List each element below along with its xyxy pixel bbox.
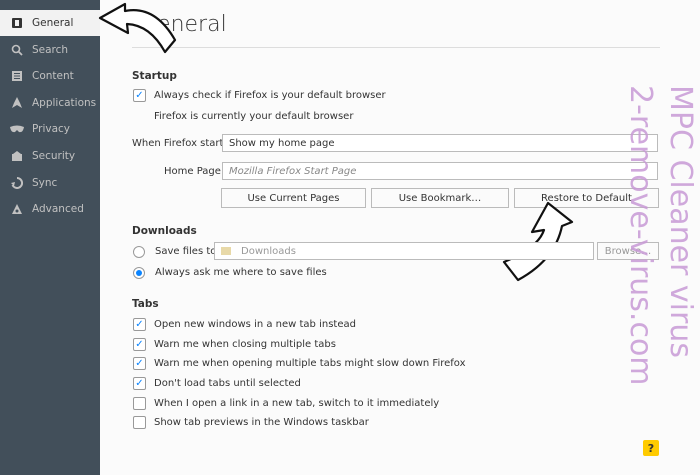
tab-option-checkbox[interactable]: ✓ [133,318,146,331]
sidebar-item-label: Search [32,44,69,56]
tab-option-label: Warn me when opening multiple tabs might… [154,358,466,369]
when-starts-value: Show my home page [229,137,335,149]
sidebar-item-sync[interactable]: Sync [0,170,100,196]
save-files-label: Save files to [155,246,217,257]
sidebar-item-label: Applications [32,97,97,109]
tab-option-checkbox[interactable] [133,416,146,429]
watermark-line1: MPC Cleaner virus [663,85,698,358]
sidebar-item-applications[interactable]: Applications [0,90,100,116]
download-folder-field[interactable]: Downloads [214,242,594,260]
tab-option-checkbox[interactable]: ✓ [133,377,146,390]
folder-icon [221,247,231,255]
sidebar-item-advanced[interactable]: Advanced [0,196,100,222]
browse-button[interactable]: Browse… [597,242,659,260]
home-page-placeholder: Mozilla Firefox Start Page [229,165,357,177]
sidebar-item-privacy[interactable]: Privacy [0,116,100,142]
always-ask-radio[interactable] [133,267,145,279]
home-page-label: Home Page: [164,166,225,177]
home-page-input[interactable]: Mozilla Firefox Start Page [222,162,658,180]
tab-option-label: When I open a link in a new tab, switch … [154,398,440,409]
save-files-radio[interactable] [133,246,145,258]
tab-option-checkbox[interactable]: ✓ [133,338,146,351]
download-folder-value: Downloads [241,245,296,257]
tab-option-checkbox[interactable]: ✓ [133,357,146,370]
sidebar-item-general[interactable]: General [0,10,100,36]
sidebar-item-label: Advanced [32,203,84,215]
startup-heading: Startup [132,70,177,82]
sidebar-item-content[interactable]: Content [0,63,100,89]
content-icon [10,69,24,83]
search-icon [10,43,24,57]
sidebar-item-label: General [32,17,74,29]
default-browser-checkbox[interactable]: ✓ [133,89,146,102]
sidebar-item-label: Security [32,150,76,162]
tab-option-label: Don't load tabs until selected [154,378,301,389]
tab-option-label: Show tab previews in the Windows taskbar [154,417,369,428]
when-starts-select[interactable]: Show my home page [222,134,658,152]
arrow-annotation-icon [98,2,177,54]
applications-icon [10,96,24,110]
help-button[interactable]: ? [643,440,659,456]
tabs-heading: Tabs [132,298,159,310]
sidebar: General Search Content Applications Priv… [0,0,100,475]
watermark-line2: 2-remove-virus.com [623,85,658,386]
general-icon [10,16,24,30]
tab-option-label: Open new windows in a new tab instead [154,319,356,330]
default-browser-label: Always check if Firefox is your default … [154,90,386,101]
sidebar-item-label: Privacy [32,123,71,135]
sidebar-item-search[interactable]: Search [0,37,100,63]
use-bookmark-button[interactable]: Use Bookmark… [371,188,509,208]
security-icon [10,149,24,163]
downloads-heading: Downloads [132,225,197,237]
tab-option-label: Warn me when closing multiple tabs [154,339,336,350]
tab-option-checkbox[interactable] [133,397,146,410]
sync-icon [10,176,24,190]
sidebar-item-security[interactable]: Security [0,143,100,169]
sidebar-item-label: Sync [32,177,58,189]
use-current-pages-button[interactable]: Use Current Pages [221,188,366,208]
default-status-text: Firefox is currently your default browse… [154,111,354,122]
title-divider [132,47,660,48]
privacy-icon [10,122,24,136]
always-ask-label: Always ask me where to save files [155,267,327,278]
sidebar-item-label: Content [32,70,74,82]
when-starts-label: When Firefox starts: [132,138,233,149]
advanced-icon [10,202,24,216]
